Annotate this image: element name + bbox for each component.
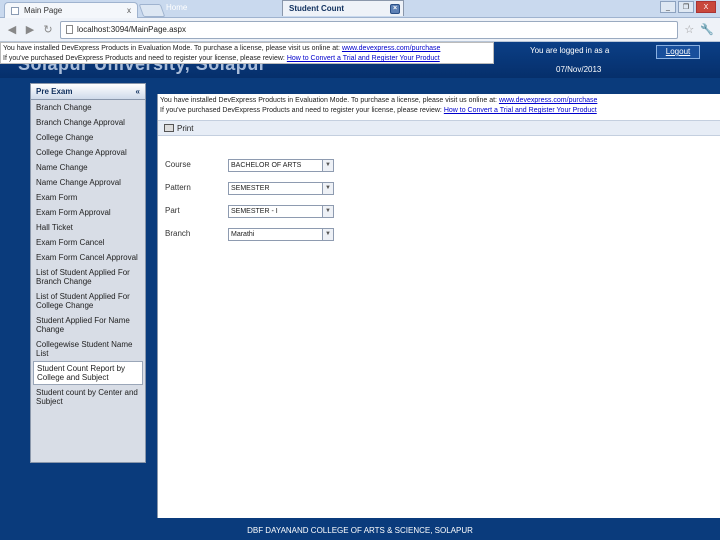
chevron-down-icon[interactable]: ▼ [322, 229, 333, 240]
content-tabs [157, 78, 720, 94]
sidebar-item[interactable]: Hall Ticket [31, 220, 145, 235]
printer-icon[interactable] [164, 124, 174, 132]
logout-button[interactable]: Logout [656, 45, 700, 59]
panel-register-link[interactable]: How to Convert a Trial and Register Your… [444, 107, 597, 114]
page-icon [66, 25, 73, 34]
sidebar-item[interactable]: Student count by Center and Subject [31, 385, 145, 409]
panel-eval-text-2: If you've purchased DevExpress Products … [160, 107, 442, 114]
branch-value: Marathi [231, 231, 255, 238]
sidebar-menu: Pre Exam « Branch Change Branch Change Ap… [30, 83, 146, 463]
sidebar-item[interactable]: Exam Form Cancel Approval [31, 250, 145, 265]
report-toolbar: Print [158, 120, 720, 136]
site-header: Solapur University, Solapur You have ins… [0, 42, 720, 78]
panel-eval-text-1: You have installed DevExpress Products i… [160, 97, 497, 104]
sidebar-item[interactable]: Name Change [31, 160, 145, 175]
sidebar-item[interactable]: Branch Change Approval [31, 115, 145, 130]
sidebar-item[interactable]: Name Change Approval [31, 175, 145, 190]
course-select[interactable]: BACHELOR OF ARTS ▼ [228, 159, 334, 172]
sidebar-item[interactable]: Collegewise Student Name List [31, 337, 145, 361]
browser-toolbar: ◀ ▶ ↻ ☆ 🔧 [0, 18, 720, 42]
reload-icon[interactable]: ↻ [42, 23, 54, 36]
sidebar-heading-label: Pre Exam [36, 87, 73, 96]
close-tab-icon[interactable]: x [127, 6, 131, 15]
tab-student-count-label: Student Count [289, 4, 345, 13]
footer: DBF DAYANAND COLLEGE OF ARTS & SCIENCE, … [0, 522, 720, 540]
chevron-down-icon[interactable]: ▼ [322, 183, 333, 194]
maximize-button[interactable]: ❐ [678, 1, 694, 13]
sidebar-item[interactable]: Exam Form Approval [31, 205, 145, 220]
course-label: Course [165, 160, 191, 169]
minimize-button[interactable]: _ [660, 1, 676, 13]
browser-tab[interactable]: Main Page x [4, 2, 138, 18]
course-value: BACHELOR OF ARTS [231, 162, 302, 169]
sidebar-heading[interactable]: Pre Exam « [31, 84, 145, 100]
browser-tab-title: Main Page [24, 6, 63, 15]
sidebar-item[interactable]: Branch Change [31, 100, 145, 115]
sidebar-item[interactable]: Exam Form Cancel [31, 235, 145, 250]
sidebar-item[interactable]: College Change Approval [31, 145, 145, 160]
sidebar-item[interactable]: List of Student Applied For Branch Chang… [31, 265, 145, 289]
chevron-down-icon[interactable]: ▼ [322, 160, 333, 171]
close-window-button[interactable]: X [696, 1, 716, 13]
chevron-down-icon[interactable]: ▼ [322, 206, 333, 217]
logged-in-text: You are logged in as a [530, 46, 610, 55]
eval-text-1: You have installed DevExpress Products i… [3, 45, 340, 52]
branch-select[interactable]: Marathi ▼ [228, 228, 334, 241]
pattern-label: Pattern [165, 183, 191, 192]
back-icon[interactable]: ◀ [6, 23, 18, 36]
eval-text-2: If you've purchased DevExpress Products … [3, 55, 285, 62]
url-input[interactable] [77, 25, 673, 34]
panel-purchase-link[interactable]: www.devexpress.com/purchase [499, 97, 597, 104]
print-button[interactable]: Print [177, 124, 193, 133]
sidebar-item[interactable]: Exam Form [31, 190, 145, 205]
window-controls: _ ❐ X [660, 1, 716, 13]
pattern-value: SEMESTER [231, 185, 270, 192]
sidebar-item[interactable]: Student Count Report by College and Subj… [33, 361, 143, 385]
tab-student-count[interactable]: Student Count × [282, 0, 404, 16]
part-value: SEMESTER - I [231, 208, 278, 215]
collapse-icon[interactable]: « [136, 87, 140, 96]
purchase-link[interactable]: www.devexpress.com/purchase [342, 45, 440, 52]
bookmark-star-icon[interactable]: ☆ [684, 23, 694, 36]
panel-eval-notice: You have installed DevExpress Products i… [160, 96, 650, 118]
wrench-menu-icon[interactable]: 🔧 [700, 23, 714, 36]
sidebar-items: Branch Change Branch Change Approval Colle… [31, 100, 145, 409]
main-panel: You have installed DevExpress Products i… [157, 94, 720, 518]
part-select[interactable]: SEMESTER - I ▼ [228, 205, 334, 218]
part-label: Part [165, 206, 180, 215]
sidebar-item[interactable]: Student Applied For Name Change [31, 313, 145, 337]
sidebar-item[interactable]: College Change [31, 130, 145, 145]
pattern-select[interactable]: SEMESTER ▼ [228, 182, 334, 195]
branch-label: Branch [165, 229, 191, 238]
close-tab-button[interactable]: × [390, 4, 400, 14]
forward-icon[interactable]: ▶ [24, 23, 36, 36]
current-date: 07/Nov/2013 [556, 65, 602, 74]
address-bar[interactable] [60, 20, 679, 39]
devexpress-eval-notice: You have installed DevExpress Products i… [0, 42, 494, 64]
register-link[interactable]: How to Convert a Trial and Register Your… [287, 55, 440, 62]
tab-home[interactable]: Home [160, 0, 278, 16]
page-favicon-icon [11, 6, 19, 15]
sidebar-item[interactable]: List of Student Applied For College Chan… [31, 289, 145, 313]
